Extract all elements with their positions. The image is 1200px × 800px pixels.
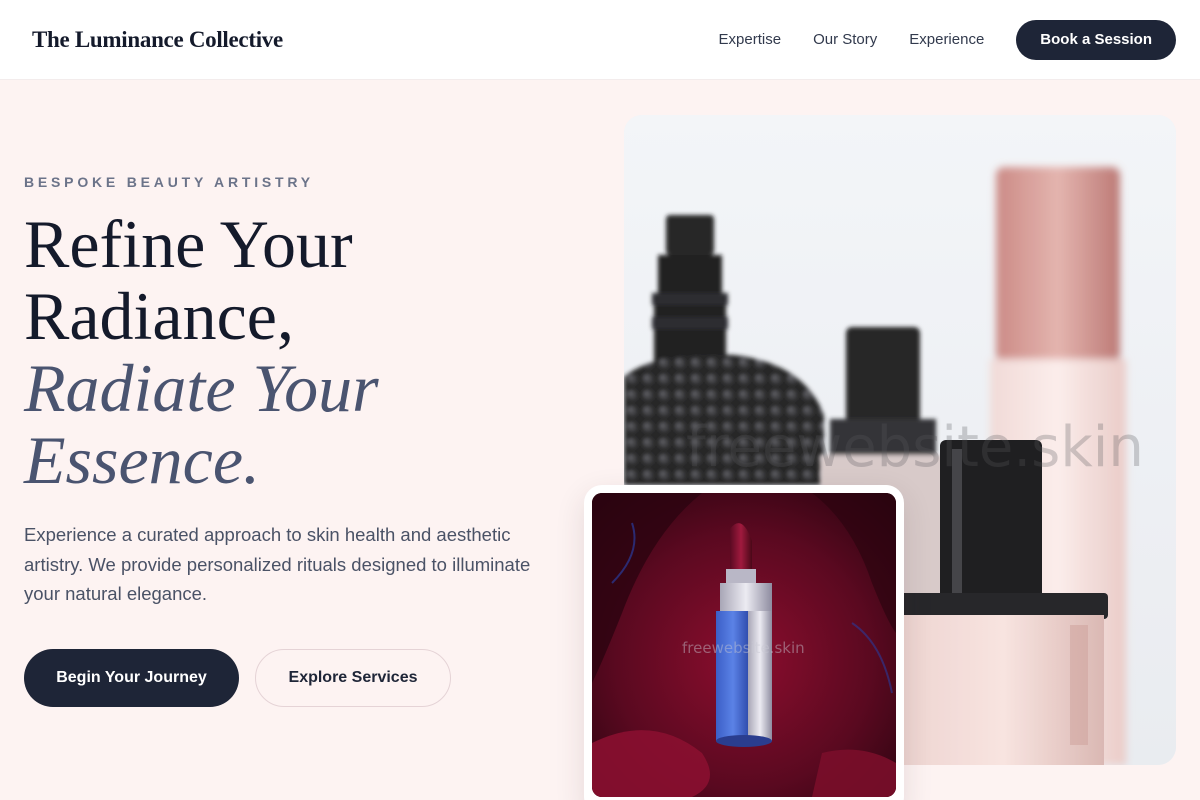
hero-headline: Refine Your Radiance, Radiate Your Essen… [24,208,379,496]
headline-line-2: Radiance, [24,278,294,354]
main-nav: Expertise Our Story Experience Book a Se… [719,19,1176,60]
lipstick-image: freewebsite.skin [592,493,896,797]
headline-italic-line-1: Radiate Your [24,350,379,426]
book-session-button[interactable]: Book a Session [1016,19,1176,60]
lipstick-card: freewebsite.skin [584,485,904,800]
begin-journey-button[interactable]: Begin Your Journey [24,649,239,707]
headline-line-1: Refine Your [24,206,353,282]
nav-link-expertise[interactable]: Expertise [719,31,782,48]
explore-services-button[interactable]: Explore Services [255,649,451,707]
site-header: The Luminance Collective Expertise Our S… [0,0,1200,80]
headline-italic-line-2: Essence. [24,422,261,498]
main-image-watermark: freewebsite.skin [686,415,1144,480]
hero-eyebrow: BESPOKE BEAUTY ARTISTRY [24,174,314,190]
hero-description: Experience a curated approach to skin he… [24,524,531,604]
card-image-watermark: freewebsite.skin [682,639,805,657]
nav-link-experience[interactable]: Experience [909,31,984,48]
brand-logo[interactable]: The Luminance Collective [32,27,283,53]
nav-link-our-story[interactable]: Our Story [813,31,877,48]
